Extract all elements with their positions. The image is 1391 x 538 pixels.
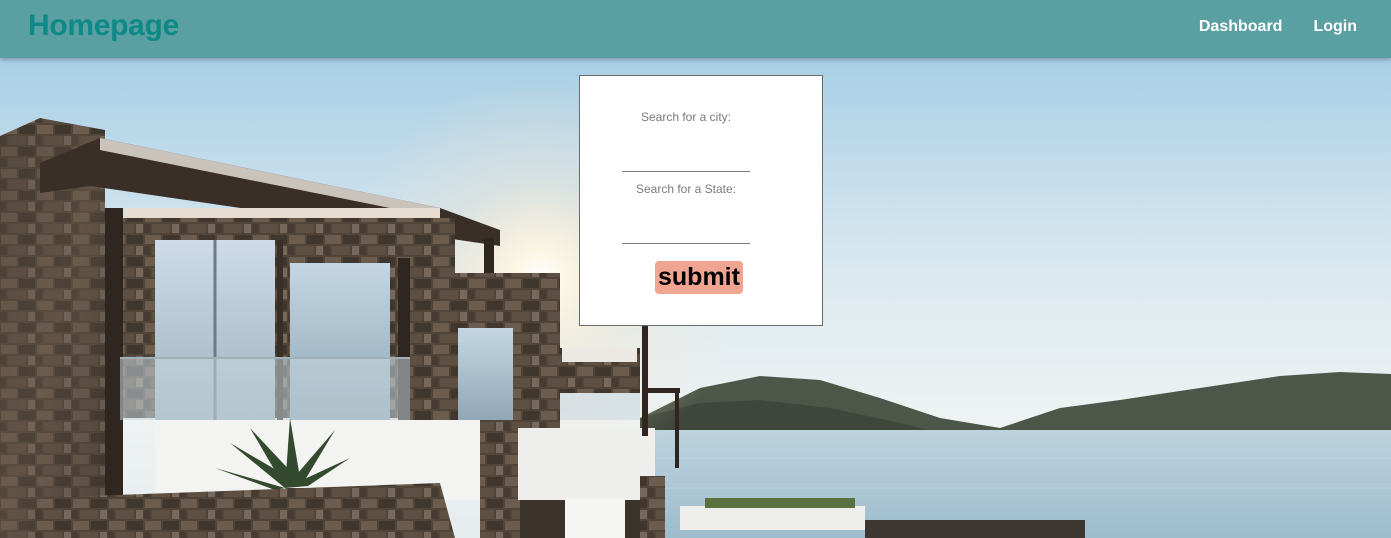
nav-links: Dashboard Login [1199, 18, 1357, 36]
nav-link-login[interactable]: Login [1313, 18, 1357, 36]
state-label: Search for a State: [635, 182, 737, 196]
brand-homepage-link[interactable]: Homepage [28, 9, 179, 43]
city-input[interactable] [622, 149, 750, 172]
city-label: Search for a city: [640, 110, 732, 124]
submit-button[interactable]: submit [655, 261, 743, 294]
nav-link-dashboard[interactable]: Dashboard [1199, 18, 1283, 36]
top-navbar: Homepage Dashboard Login [0, 0, 1391, 58]
state-input[interactable] [622, 221, 750, 244]
search-form: Search for a city: Search for a State: s… [579, 75, 823, 326]
page: Homepage Dashboard Login Search for a ci… [0, 0, 1391, 538]
